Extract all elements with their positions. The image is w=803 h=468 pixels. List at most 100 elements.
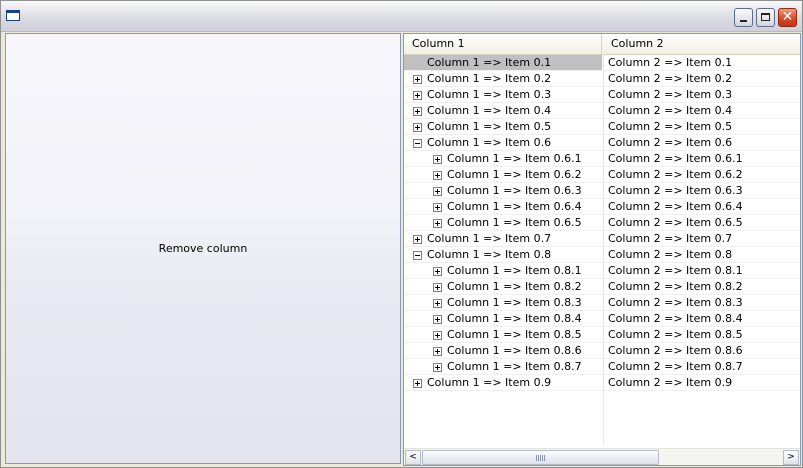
tree-item-label: Column 1 => Item 0.6.1	[447, 152, 582, 165]
tree-item-label: Column 1 => Item 0.6	[427, 136, 552, 149]
horizontal-scrollbar[interactable]: < >	[404, 448, 800, 465]
expand-icon[interactable]	[413, 379, 422, 388]
tree-cell-column-2[interactable]: Column 2 => Item 0.9	[603, 375, 800, 390]
tree-row[interactable]: Column 1 => Item 0.7 Column 2 => Item 0.7	[404, 231, 800, 247]
expand-icon[interactable]	[433, 315, 442, 324]
tree-cell-column-2[interactable]: Column 2 => Item 0.8.4	[603, 311, 800, 326]
expand-icon[interactable]	[413, 91, 422, 100]
tree-row[interactable]: Column 1 => Item 0.6.3 Column 2 => Item 0…	[404, 183, 800, 199]
expand-icon[interactable]	[433, 299, 442, 308]
tree-row[interactable]: Column 1 => Item 0.6.2 Column 2 => Item 0…	[404, 167, 800, 183]
scroll-right-arrow-icon[interactable]: >	[783, 450, 799, 465]
tree-row[interactable]: Column 1 => Item 0.4 Column 2 => Item 0.4	[404, 103, 800, 119]
maximize-icon	[761, 13, 770, 21]
tree-cell-column-2[interactable]: Column 2 => Item 0.3	[603, 87, 800, 102]
tree-row[interactable]: Column 1 => Item 0.8.3 Column 2 => Item 0…	[404, 295, 800, 311]
tree-item-label: Column 1 => Item 0.9	[427, 376, 552, 389]
tree-cell-column-1[interactable]: Column 1 => Item 0.4	[404, 103, 602, 118]
expand-icon[interactable]	[433, 283, 442, 292]
title-bar[interactable]: ✕	[1, 1, 802, 32]
tree-cell-column-1[interactable]: Column 1 => Item 0.6.5	[404, 215, 602, 230]
tree-cell-column-2[interactable]: Column 2 => Item 0.6.3	[603, 183, 800, 198]
tree-cell-column-1[interactable]: Column 1 => Item 0.2	[404, 71, 602, 86]
tree-cell-column-1[interactable]: Column 1 => Item 0.8.1	[404, 263, 602, 278]
expand-icon[interactable]	[433, 187, 442, 196]
expand-icon[interactable]	[433, 155, 442, 164]
expand-icon[interactable]	[433, 267, 442, 276]
expand-icon[interactable]	[413, 123, 422, 132]
tree-cell-column-2[interactable]: Column 2 => Item 0.6	[603, 135, 800, 150]
tree-cell-column-1[interactable]: Column 1 => Item 0.8.7	[404, 359, 602, 374]
tree-cell-column-1[interactable]: Column 1 => Item 0.6	[404, 135, 602, 150]
tree-row[interactable]: Column 1 => Item 0.8 Column 2 => Item 0.8	[404, 247, 800, 263]
tree-row[interactable]: Column 1 => Item 0.5 Column 2 => Item 0.5	[404, 119, 800, 135]
collapse-icon[interactable]	[413, 251, 422, 260]
minimize-button[interactable]	[734, 8, 753, 27]
tree-item-label: Column 1 => Item 0.7	[427, 232, 552, 245]
expand-icon[interactable]	[413, 235, 422, 244]
tree-cell-column-2[interactable]: Column 2 => Item 0.7	[603, 231, 800, 246]
tree-row[interactable]: Column 1 => Item 0.8.2 Column 2 => Item 0…	[404, 279, 800, 295]
tree-cell-column-1[interactable]: Column 1 => Item 0.6.3	[404, 183, 602, 198]
tree-row[interactable]: Column 1 => Item 0.6.1 Column 2 => Item 0…	[404, 151, 800, 167]
tree-row[interactable]: Column 1 => Item 0.8.4 Column 2 => Item 0…	[404, 311, 800, 327]
tree-cell-column-1[interactable]: Column 1 => Item 0.8	[404, 247, 602, 262]
tree-row[interactable]: Column 1 => Item 0.8.7 Column 2 => Item 0…	[404, 359, 800, 375]
tree-cell-column-2[interactable]: Column 2 => Item 0.8.7	[603, 359, 800, 374]
tree-cell-column-2[interactable]: Column 2 => Item 0.1	[603, 55, 800, 70]
tree-cell-column-2[interactable]: Column 2 => Item 0.5	[603, 119, 800, 134]
column-header-2[interactable]: Column 2	[603, 34, 800, 54]
tree-cell-column-1[interactable]: Column 1 => Item 0.8.4	[404, 311, 602, 326]
column-header-1[interactable]: Column 1	[404, 34, 602, 54]
expand-icon[interactable]	[413, 107, 422, 116]
expand-icon[interactable]	[433, 171, 442, 180]
expand-icon[interactable]	[433, 347, 442, 356]
expand-icon[interactable]	[433, 331, 442, 340]
tree-cell-column-1[interactable]: Column 1 => Item 0.8.6	[404, 343, 602, 358]
tree-row[interactable]: Column 1 => Item 0.6.4 Column 2 => Item 0…	[404, 199, 800, 215]
tree-cell-column-2[interactable]: Column 2 => Item 0.8.1	[603, 263, 800, 278]
close-button[interactable]: ✕	[778, 8, 797, 27]
tree-cell-column-2[interactable]: Column 2 => Item 0.4	[603, 103, 800, 118]
tree-cell-column-1[interactable]: Column 1 => Item 0.8.2	[404, 279, 602, 294]
tree-row[interactable]: Column 1 => Item 0.8.5 Column 2 => Item 0…	[404, 327, 800, 343]
tree-cell-column-1[interactable]: Column 1 => Item 0.8.5	[404, 327, 602, 342]
tree-cell-column-2[interactable]: Column 2 => Item 0.8.5	[603, 327, 800, 342]
tree-cell-column-1[interactable]: Column 1 => Item 0.8.3	[404, 295, 602, 310]
tree-cell-column-2[interactable]: Column 2 => Item 0.6.5	[603, 215, 800, 230]
expand-icon[interactable]	[433, 363, 442, 372]
tree-cell-column-2[interactable]: Column 2 => Item 0.6.2	[603, 167, 800, 182]
tree-row[interactable]: Column 1 => Item 0.6 Column 2 => Item 0.6	[404, 135, 800, 151]
tree-cell-column-1[interactable]: Column 1 => Item 0.6.2	[404, 167, 602, 182]
tree-row[interactable]: Column 1 => Item 0.2 Column 2 => Item 0.2	[404, 71, 800, 87]
tree-row[interactable]: Column 1 => Item 0.3 Column 2 => Item 0.3	[404, 87, 800, 103]
tree-cell-column-1[interactable]: Column 1 => Item 0.6.4	[404, 199, 602, 214]
tree-cell-column-2[interactable]: Column 2 => Item 0.2	[603, 71, 800, 86]
tree-cell-column-1[interactable]: Column 1 => Item 0.9	[404, 375, 602, 390]
tree-row[interactable]: Column 1 => Item 0.1 Column 2 => Item 0.1	[404, 55, 800, 71]
tree-cell-column-1[interactable]: Column 1 => Item 0.5	[404, 119, 602, 134]
tree-row[interactable]: Column 1 => Item 0.9 Column 2 => Item 0.9	[404, 375, 800, 391]
tree-view[interactable]: Column 1 Column 2 Column 1 => Item 0.1 Co…	[403, 33, 801, 466]
expand-icon[interactable]	[433, 203, 442, 212]
tree-cell-column-2[interactable]: Column 2 => Item 0.8	[603, 247, 800, 262]
tree-cell-column-1[interactable]: Column 1 => Item 0.6.1	[404, 151, 602, 166]
tree-cell-column-1[interactable]: Column 1 => Item 0.1	[404, 55, 602, 70]
tree-cell-column-2[interactable]: Column 2 => Item 0.8.2	[603, 279, 800, 294]
tree-cell-column-2[interactable]: Column 2 => Item 0.6.4	[603, 199, 800, 214]
scroll-left-arrow-icon[interactable]: <	[405, 450, 421, 465]
expand-icon[interactable]	[413, 75, 422, 84]
tree-row[interactable]: Column 1 => Item 0.8.6 Column 2 => Item 0…	[404, 343, 800, 359]
tree-cell-column-1[interactable]: Column 1 => Item 0.3	[404, 87, 602, 102]
scroll-thumb[interactable]	[422, 450, 659, 465]
tree-cell-column-2[interactable]: Column 2 => Item 0.8.3	[603, 295, 800, 310]
maximize-button[interactable]	[756, 8, 775, 27]
tree-row[interactable]: Column 1 => Item 0.8.1 Column 2 => Item 0…	[404, 263, 800, 279]
expand-icon[interactable]	[433, 219, 442, 228]
tree-row[interactable]: Column 1 => Item 0.6.5 Column 2 => Item 0…	[404, 215, 800, 231]
tree-cell-column-1[interactable]: Column 1 => Item 0.7	[404, 231, 602, 246]
collapse-icon[interactable]	[413, 139, 422, 148]
tree-cell-column-2[interactable]: Column 2 => Item 0.8.6	[603, 343, 800, 358]
tree-cell-column-2[interactable]: Column 2 => Item 0.6.1	[603, 151, 800, 166]
remove-column-button[interactable]: Remove column	[5, 33, 401, 464]
